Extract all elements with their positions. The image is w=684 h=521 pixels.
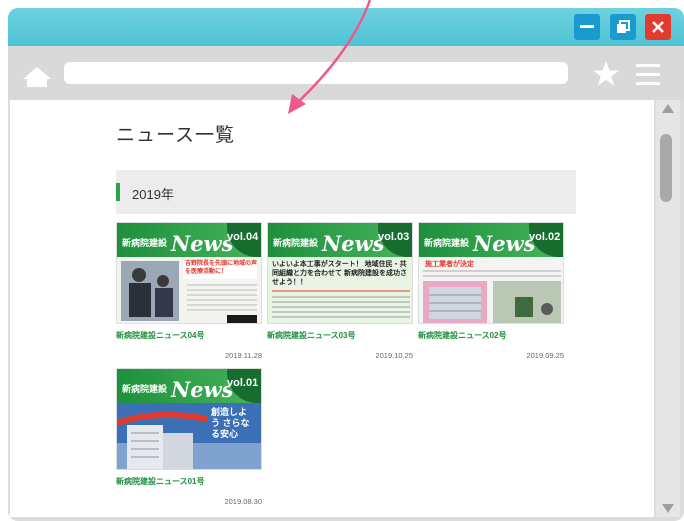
news-card[interactable]: 新病院建設 News vol.01 創造しよう さらなる安心 新病院建設ニュース… bbox=[116, 368, 262, 506]
thumbnail-body: 創造しよう さらなる安心 bbox=[117, 403, 261, 469]
close-icon bbox=[652, 21, 664, 33]
thumbnail-headline: 創造しよう さらなる安心 bbox=[211, 407, 250, 439]
news-title[interactable]: 新病院建設ニュース03号 bbox=[267, 330, 413, 341]
thumbnail-header: 新病院建設 News vol.01 bbox=[117, 369, 261, 403]
vertical-scrollbar[interactable] bbox=[656, 100, 680, 517]
news-card[interactable]: 新病院建設 News vol.02 施工業者が決定 新病院建設ニュース02号 2… bbox=[418, 222, 564, 360]
thumbnail-brand: News bbox=[322, 231, 385, 256]
news-title[interactable]: 新病院建設ニュース02号 bbox=[418, 330, 564, 341]
news-date: 2019.11.28 bbox=[225, 351, 262, 360]
scrollbar-thumb[interactable] bbox=[660, 134, 672, 202]
pointer-arrow-icon bbox=[288, 0, 372, 114]
thumbnail-header: 新病院建設 News vol.04 bbox=[117, 223, 261, 257]
bookmark-star-icon[interactable] bbox=[592, 60, 620, 88]
maximize-icon bbox=[617, 20, 630, 33]
year-accent bbox=[116, 183, 120, 201]
thumbnail-photo bbox=[423, 270, 561, 323]
page-content: ニュース一覧 2019年 新病院建設 News vol.04 吉野院長を先頭に地… bbox=[10, 100, 654, 517]
close-button[interactable] bbox=[645, 14, 671, 40]
news-date: 2019.08.30 bbox=[224, 497, 262, 506]
vol-number: 03 bbox=[396, 231, 410, 243]
news-date: 2019.09.25 bbox=[526, 351, 564, 360]
thumbnail-header: 新病院建設 News vol.02 bbox=[419, 223, 563, 257]
minimize-button[interactable] bbox=[574, 14, 600, 40]
year-heading: 2019年 bbox=[116, 170, 576, 214]
thumbnail-body: 施工業者が決定 bbox=[419, 257, 563, 323]
minimize-icon bbox=[580, 25, 594, 28]
thumbnail-header: 新病院建設 News vol.03 bbox=[268, 223, 412, 257]
home-icon[interactable] bbox=[22, 66, 52, 88]
news-thumbnail[interactable]: 新病院建設 News vol.04 吉野院長を先頭に地域の声を医療活動に！ bbox=[116, 222, 262, 324]
thumbnail-series: 新病院建設 bbox=[122, 384, 168, 394]
thumbnail-text-lines bbox=[272, 290, 410, 318]
year-label: 2019年 bbox=[132, 187, 174, 202]
thumbnail-series: 新病院建設 bbox=[122, 238, 168, 248]
news-title[interactable]: 新病院建設ニュース01号 bbox=[116, 476, 262, 487]
vol-number: 02 bbox=[547, 231, 561, 243]
vol-number: 04 bbox=[245, 231, 259, 243]
scroll-down-arrow-icon[interactable] bbox=[662, 504, 674, 513]
thumbnail-brand: News bbox=[171, 377, 234, 402]
thumbnail-brand: News bbox=[171, 231, 234, 256]
scroll-up-arrow-icon[interactable] bbox=[662, 104, 674, 113]
thumbnail-series: 新病院建設 bbox=[424, 238, 470, 248]
news-title[interactable]: 新病院建設ニュース04号 bbox=[116, 330, 262, 341]
news-thumbnail[interactable]: 新病院建設 News vol.01 創造しよう さらなる安心 bbox=[116, 368, 262, 470]
news-thumbnail[interactable]: 新病院建設 News vol.03 いよいよ本工事がスタート！ 地域住民・共同組… bbox=[267, 222, 413, 324]
news-card[interactable]: 新病院建設 News vol.04 吉野院長を先頭に地域の声を医療活動に！ 新病… bbox=[116, 222, 262, 360]
maximize-button[interactable] bbox=[610, 14, 636, 40]
thumbnail-series: 新病院建設 bbox=[273, 238, 319, 248]
menu-icon[interactable] bbox=[636, 64, 660, 86]
thumbnail-body: 吉野院長を先頭に地域の声を医療活動に！ bbox=[117, 257, 261, 323]
vol-number: 01 bbox=[245, 377, 259, 389]
news-thumbnail[interactable]: 新病院建設 News vol.02 施工業者が決定 bbox=[418, 222, 564, 324]
page-title: ニュース一覧 bbox=[116, 124, 236, 146]
thumbnail-brand: News bbox=[473, 231, 536, 256]
news-card[interactable]: 新病院建設 News vol.03 いよいよ本工事がスタート！ 地域住民・共同組… bbox=[267, 222, 413, 360]
news-date: 2019.10.25 bbox=[375, 351, 413, 360]
thumbnail-body: いよいよ本工事がスタート！ 地域住民・共同組織と力を合わせて 新病院建設を成功さ… bbox=[268, 257, 412, 323]
thumbnail-headline: 吉野院長を先頭に地域の声を医療活動に！ bbox=[185, 261, 258, 275]
